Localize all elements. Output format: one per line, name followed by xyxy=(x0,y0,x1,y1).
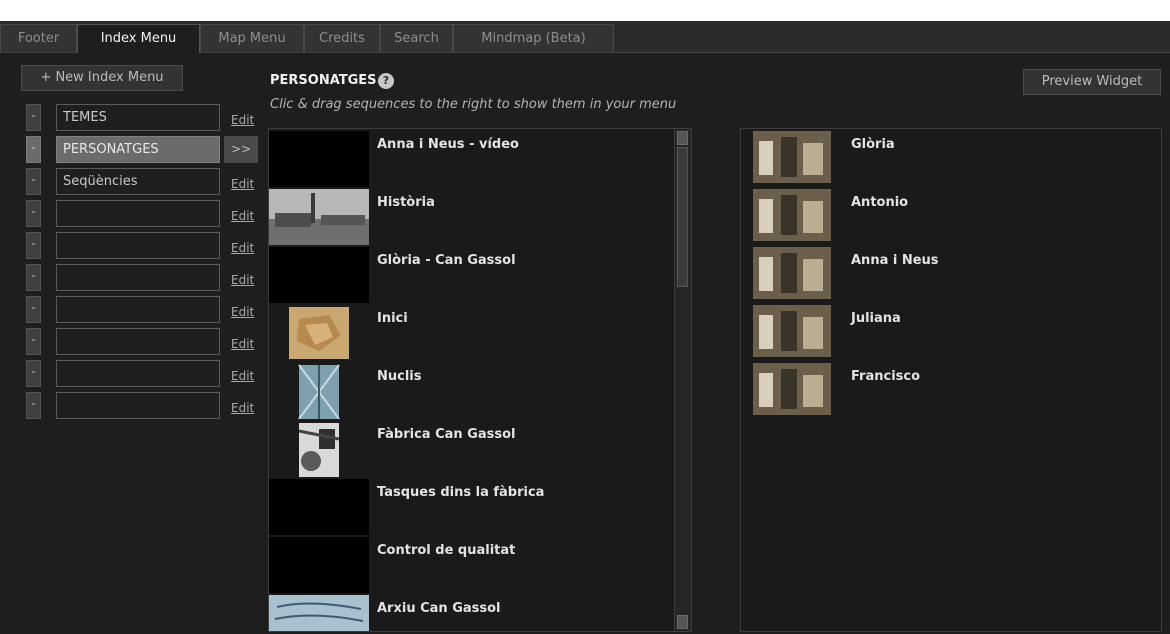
sequence-label: Història xyxy=(377,195,435,210)
remove-menu-button[interactable]: - xyxy=(26,328,41,355)
menu-name-field[interactable] xyxy=(56,232,220,259)
people-photo-thumbnail xyxy=(753,363,831,415)
tab-mindmap[interactable]: Mindmap (Beta) xyxy=(453,24,614,52)
menu-name-field[interactable] xyxy=(56,200,220,227)
machinery-thumbnail xyxy=(269,421,369,477)
tab-map-menu[interactable]: Map Menu xyxy=(200,24,304,52)
sequence-item[interactable]: Glòria - Can Gassol xyxy=(269,247,674,305)
people-photo-thumbnail xyxy=(753,131,831,183)
edit-link[interactable]: Edit xyxy=(231,110,261,130)
preview-widget-button[interactable]: Preview Widget xyxy=(1023,69,1161,95)
document-thumbnail xyxy=(269,595,369,631)
edit-link[interactable]: Edit xyxy=(231,270,261,290)
sequence-label: Anna i Neus - vídeo xyxy=(377,137,519,152)
sequences-scrollbar[interactable] xyxy=(674,129,691,631)
sequence-item[interactable]: Inici xyxy=(269,305,674,363)
menu-name-field[interactable] xyxy=(56,104,220,131)
scroll-thumb[interactable] xyxy=(677,147,688,287)
remove-menu-button[interactable]: - xyxy=(26,264,41,291)
selected-item-label: Glòria xyxy=(851,137,895,152)
remove-menu-button[interactable]: - xyxy=(26,360,41,387)
selected-item-label: Juliana xyxy=(851,311,901,326)
sequence-label: Glòria - Can Gassol xyxy=(377,253,516,268)
scroll-up-button[interactable] xyxy=(677,131,688,145)
people-photo-thumbnail xyxy=(753,247,831,299)
selected-item[interactable]: Juliana xyxy=(753,305,1153,363)
menu-name-field[interactable] xyxy=(56,296,220,323)
drag-hint: Clic & drag sequences to the right to sh… xyxy=(270,97,677,112)
sequence-item[interactable]: Tasques dins la fàbrica xyxy=(269,479,674,537)
menu-name-field[interactable] xyxy=(56,168,220,195)
menu-name-field[interactable] xyxy=(56,360,220,387)
remove-menu-button[interactable]: - xyxy=(26,296,41,323)
people-photo-thumbnail xyxy=(753,189,831,241)
remove-menu-button[interactable]: - xyxy=(26,232,41,259)
section-title: PERSONATGES xyxy=(270,73,377,88)
new-index-menu-button[interactable]: + New Index Menu xyxy=(21,65,183,91)
selected-item-label: Francisco xyxy=(851,369,921,384)
remove-menu-button[interactable]: - xyxy=(26,104,41,131)
sequence-label: Inici xyxy=(377,311,408,326)
selected-item[interactable]: Anna i Neus xyxy=(753,247,1153,305)
factory-photo-thumbnail xyxy=(269,189,369,245)
edit-link[interactable]: Edit xyxy=(231,366,261,386)
selected-item-label: Antonio xyxy=(851,195,909,210)
sequence-item[interactable]: Nuclis xyxy=(269,363,674,421)
remove-menu-button[interactable]: - xyxy=(26,392,41,419)
glass-building-thumbnail xyxy=(269,363,369,419)
menu-name-field[interactable] xyxy=(56,264,220,291)
selected-item[interactable]: Glòria xyxy=(753,131,1153,189)
selected-item[interactable]: Antonio xyxy=(753,189,1153,247)
sequence-item[interactable]: Anna i Neus - vídeo xyxy=(269,131,674,189)
sequence-item[interactable]: Fàbrica Can Gassol xyxy=(269,421,674,479)
black-thumbnail xyxy=(269,479,369,535)
tab-search[interactable]: Search xyxy=(380,24,453,52)
edit-link[interactable]: Edit xyxy=(231,398,261,418)
sequence-label: Arxiu Can Gassol xyxy=(377,601,501,616)
sequence-item[interactable]: Història xyxy=(269,189,674,247)
tab-index-menu[interactable]: Index Menu xyxy=(77,24,200,53)
tab-bar: Footer Index Menu Map Menu Credits Searc… xyxy=(0,21,1170,53)
menu-name-field[interactable] xyxy=(56,392,220,419)
top-strip xyxy=(0,0,1170,21)
sequence-label: Fàbrica Can Gassol xyxy=(377,427,516,442)
remove-menu-button[interactable]: - xyxy=(26,200,41,227)
old-map-thumbnail xyxy=(269,305,369,361)
sequence-item[interactable]: Control de qualitat xyxy=(269,537,674,595)
black-thumbnail xyxy=(269,537,369,593)
sequences-panel: Anna i Neus - vídeo Història Glòria - Ca… xyxy=(268,128,692,632)
sequence-item[interactable]: Arxiu Can Gassol xyxy=(269,595,674,631)
sequence-label: Control de qualitat xyxy=(377,543,516,558)
menu-name-field-selected[interactable] xyxy=(56,136,220,163)
main-area: + New Index Menu - Edit - >> - Edit - Ed… xyxy=(0,53,1170,634)
people-photo-thumbnail xyxy=(753,305,831,357)
edit-link[interactable]: Edit xyxy=(231,334,261,354)
menu-name-field[interactable] xyxy=(56,328,220,355)
remove-menu-button[interactable]: - xyxy=(26,136,41,163)
tab-footer[interactable]: Footer xyxy=(0,24,77,52)
help-icon[interactable]: ? xyxy=(378,73,394,89)
selected-item-label: Anna i Neus xyxy=(851,253,939,268)
black-thumbnail xyxy=(269,247,369,303)
selected-item[interactable]: Francisco xyxy=(753,363,1153,421)
expand-arrow-button[interactable]: >> xyxy=(224,136,258,163)
sequence-label: Nuclis xyxy=(377,369,422,384)
remove-menu-button[interactable]: - xyxy=(26,168,41,195)
edit-link[interactable]: Edit xyxy=(231,206,261,226)
edit-link[interactable]: Edit xyxy=(231,238,261,258)
scroll-down-button[interactable] xyxy=(677,615,688,629)
tab-credits[interactable]: Credits xyxy=(304,24,380,52)
edit-link[interactable]: Edit xyxy=(231,302,261,322)
selected-items-panel: Glòria Antonio Anna i Neus Juliana Franc… xyxy=(740,128,1162,632)
edit-link[interactable]: Edit xyxy=(231,174,261,194)
black-thumbnail xyxy=(269,131,369,187)
sequence-label: Tasques dins la fàbrica xyxy=(377,485,545,500)
